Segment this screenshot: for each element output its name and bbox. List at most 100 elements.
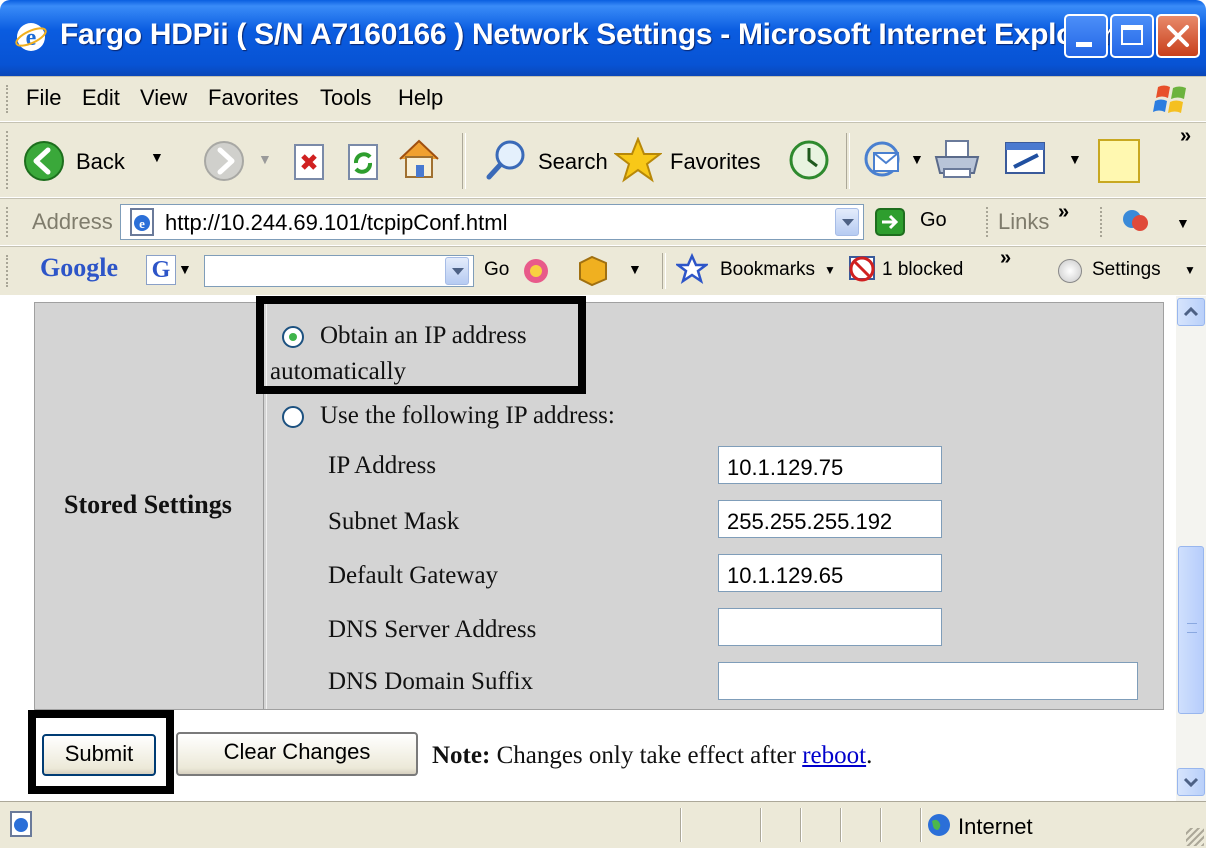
autofill-icon[interactable] bbox=[576, 253, 610, 287]
close-button[interactable] bbox=[1156, 14, 1200, 58]
toolbar-grip[interactable] bbox=[6, 85, 12, 113]
vertical-scrollbar[interactable] bbox=[1176, 296, 1206, 801]
chevron-down-icon[interactable]: ▼ bbox=[1176, 215, 1190, 231]
bookmarks-label: Bookmarks bbox=[720, 259, 816, 280]
google-search-input[interactable] bbox=[204, 255, 474, 287]
favorites-label: Favorites bbox=[670, 149, 761, 174]
page-content: Stored Settings Obtain an IP address aut… bbox=[0, 296, 1176, 801]
forward-button[interactable]: ▼ bbox=[202, 137, 272, 185]
menu-help[interactable]: Help bbox=[398, 85, 443, 111]
mail-button[interactable]: ▼ bbox=[862, 137, 928, 185]
popup-blocked-icon bbox=[849, 256, 875, 282]
minimize-button[interactable] bbox=[1064, 14, 1108, 58]
menu-edit[interactable]: Edit bbox=[82, 85, 120, 111]
title-bar[interactable]: e Fargo HDPii ( S/N A7160166 ) Network S… bbox=[0, 0, 1206, 76]
address-url: http://10.244.69.101/tcpipConf.html bbox=[165, 210, 508, 235]
dns-suffix-field[interactable] bbox=[718, 662, 1138, 700]
dns-server-label: DNS Server Address bbox=[328, 616, 537, 643]
page-status-icon bbox=[10, 811, 32, 837]
maximize-icon bbox=[1121, 25, 1143, 45]
history-icon[interactable] bbox=[786, 137, 832, 183]
toolbar-separator bbox=[662, 253, 666, 289]
chevron-down-icon[interactable]: ▼ bbox=[150, 149, 164, 165]
mail-icon bbox=[864, 141, 900, 177]
popup-blocker-button[interactable]: 1 blocked bbox=[846, 253, 1016, 289]
clear-changes-button[interactable]: Clear Changes bbox=[176, 732, 418, 776]
google-search-dropdown[interactable] bbox=[445, 257, 469, 285]
google-overflow-icon[interactable]: » bbox=[1000, 247, 1011, 270]
scroll-up-button[interactable] bbox=[1177, 298, 1205, 326]
menu-view[interactable]: View bbox=[140, 85, 187, 111]
bookmarks-button[interactable]: Bookmarks ▼ bbox=[676, 253, 836, 289]
menu-tools[interactable]: Tools bbox=[320, 85, 371, 111]
print-icon[interactable] bbox=[932, 137, 982, 183]
stored-settings-label: Stored Settings bbox=[64, 490, 232, 519]
globe-icon bbox=[928, 814, 950, 836]
chevron-down-icon[interactable]: ▼ bbox=[910, 151, 924, 167]
chevron-down-icon[interactable]: ▼ bbox=[258, 151, 272, 167]
status-separator bbox=[760, 808, 762, 842]
page-icon: e bbox=[130, 208, 154, 236]
resize-grip-icon[interactable] bbox=[1186, 828, 1204, 846]
google-logo[interactable]: Google bbox=[40, 253, 118, 283]
toolbar-grip bbox=[1100, 207, 1106, 237]
menu-file[interactable]: File bbox=[26, 85, 61, 111]
back-button[interactable]: Back ▼ bbox=[22, 137, 192, 185]
toolbar-grip[interactable] bbox=[6, 207, 12, 237]
subnet-mask-field[interactable]: 255.255.255.192 bbox=[718, 500, 942, 538]
home-icon[interactable] bbox=[396, 137, 442, 181]
radio-use-following-ip-label: Use the following IP address: bbox=[320, 402, 615, 429]
google-settings-button[interactable]: Settings ▼ bbox=[1058, 255, 1202, 289]
chevron-down-icon: ▼ bbox=[824, 263, 836, 277]
address-dropdown-button[interactable] bbox=[835, 208, 859, 236]
bookmark-star-icon bbox=[676, 253, 708, 284]
favorites-button[interactable]: Favorites bbox=[614, 137, 774, 185]
note-text: Changes only take effect after bbox=[490, 742, 803, 769]
dns-server-field[interactable] bbox=[718, 608, 942, 646]
blocked-label: 1 blocked bbox=[882, 259, 964, 280]
messenger-icon[interactable] bbox=[1096, 137, 1142, 185]
links-overflow-icon[interactable]: » bbox=[1058, 201, 1069, 224]
address-bar: Address e http://10.244.69.101/tcpipConf… bbox=[0, 198, 1206, 246]
status-separator bbox=[880, 808, 882, 842]
go-button[interactable]: Go bbox=[874, 205, 954, 239]
radio-use-following-ip[interactable] bbox=[282, 406, 304, 428]
links-label[interactable]: Links bbox=[998, 209, 1049, 235]
chevron-down-icon[interactable]: ▼ bbox=[1068, 151, 1082, 167]
scrollbar-thumb[interactable] bbox=[1178, 546, 1204, 714]
edit-icon bbox=[1005, 142, 1045, 174]
messenger-addon-button[interactable]: ▼ bbox=[1118, 205, 1198, 239]
ip-address-field[interactable]: 10.1.129.75 bbox=[718, 446, 942, 484]
edit-button[interactable]: ▼ bbox=[1002, 137, 1086, 185]
search-button[interactable]: Search bbox=[484, 137, 608, 185]
google-g-icon: G bbox=[146, 255, 176, 285]
menu-favorites[interactable]: Favorites bbox=[208, 85, 298, 111]
default-gateway-label: Default Gateway bbox=[328, 562, 499, 589]
close-icon bbox=[1167, 25, 1189, 47]
chevron-up-icon bbox=[1183, 306, 1199, 317]
default-gateway-field[interactable]: 10.1.129.65 bbox=[718, 554, 942, 592]
refresh-icon[interactable] bbox=[344, 143, 384, 183]
toolbar-grip[interactable] bbox=[6, 131, 12, 189]
favorites-star-icon bbox=[614, 137, 662, 183]
highlight-box-submit bbox=[28, 710, 174, 794]
google-go-label[interactable]: Go bbox=[484, 259, 509, 281]
google-g-menu[interactable]: G ▼ bbox=[146, 255, 202, 287]
thumb-grip-icon bbox=[1187, 623, 1197, 633]
chevron-down-icon[interactable]: ▼ bbox=[628, 261, 642, 277]
settings-radio-icon bbox=[1058, 259, 1082, 283]
ip-address-label: IP Address bbox=[328, 452, 437, 479]
maximize-button[interactable] bbox=[1110, 14, 1154, 58]
stop-icon[interactable] bbox=[290, 143, 330, 183]
news-icon[interactable] bbox=[514, 255, 554, 287]
toolbar-grip[interactable] bbox=[6, 255, 12, 287]
status-separator bbox=[800, 808, 802, 842]
toolbar-overflow-icon[interactable]: » bbox=[1180, 125, 1191, 148]
scroll-down-button[interactable] bbox=[1177, 768, 1205, 796]
subnet-mask-label: Subnet Mask bbox=[328, 508, 460, 535]
chevron-down-icon: ▼ bbox=[1184, 263, 1196, 277]
toolbar-separator bbox=[846, 133, 850, 189]
back-arrow-icon bbox=[24, 141, 64, 181]
address-input[interactable]: e http://10.244.69.101/tcpipConf.html bbox=[120, 204, 864, 240]
reboot-link[interactable]: reboot bbox=[802, 742, 866, 769]
